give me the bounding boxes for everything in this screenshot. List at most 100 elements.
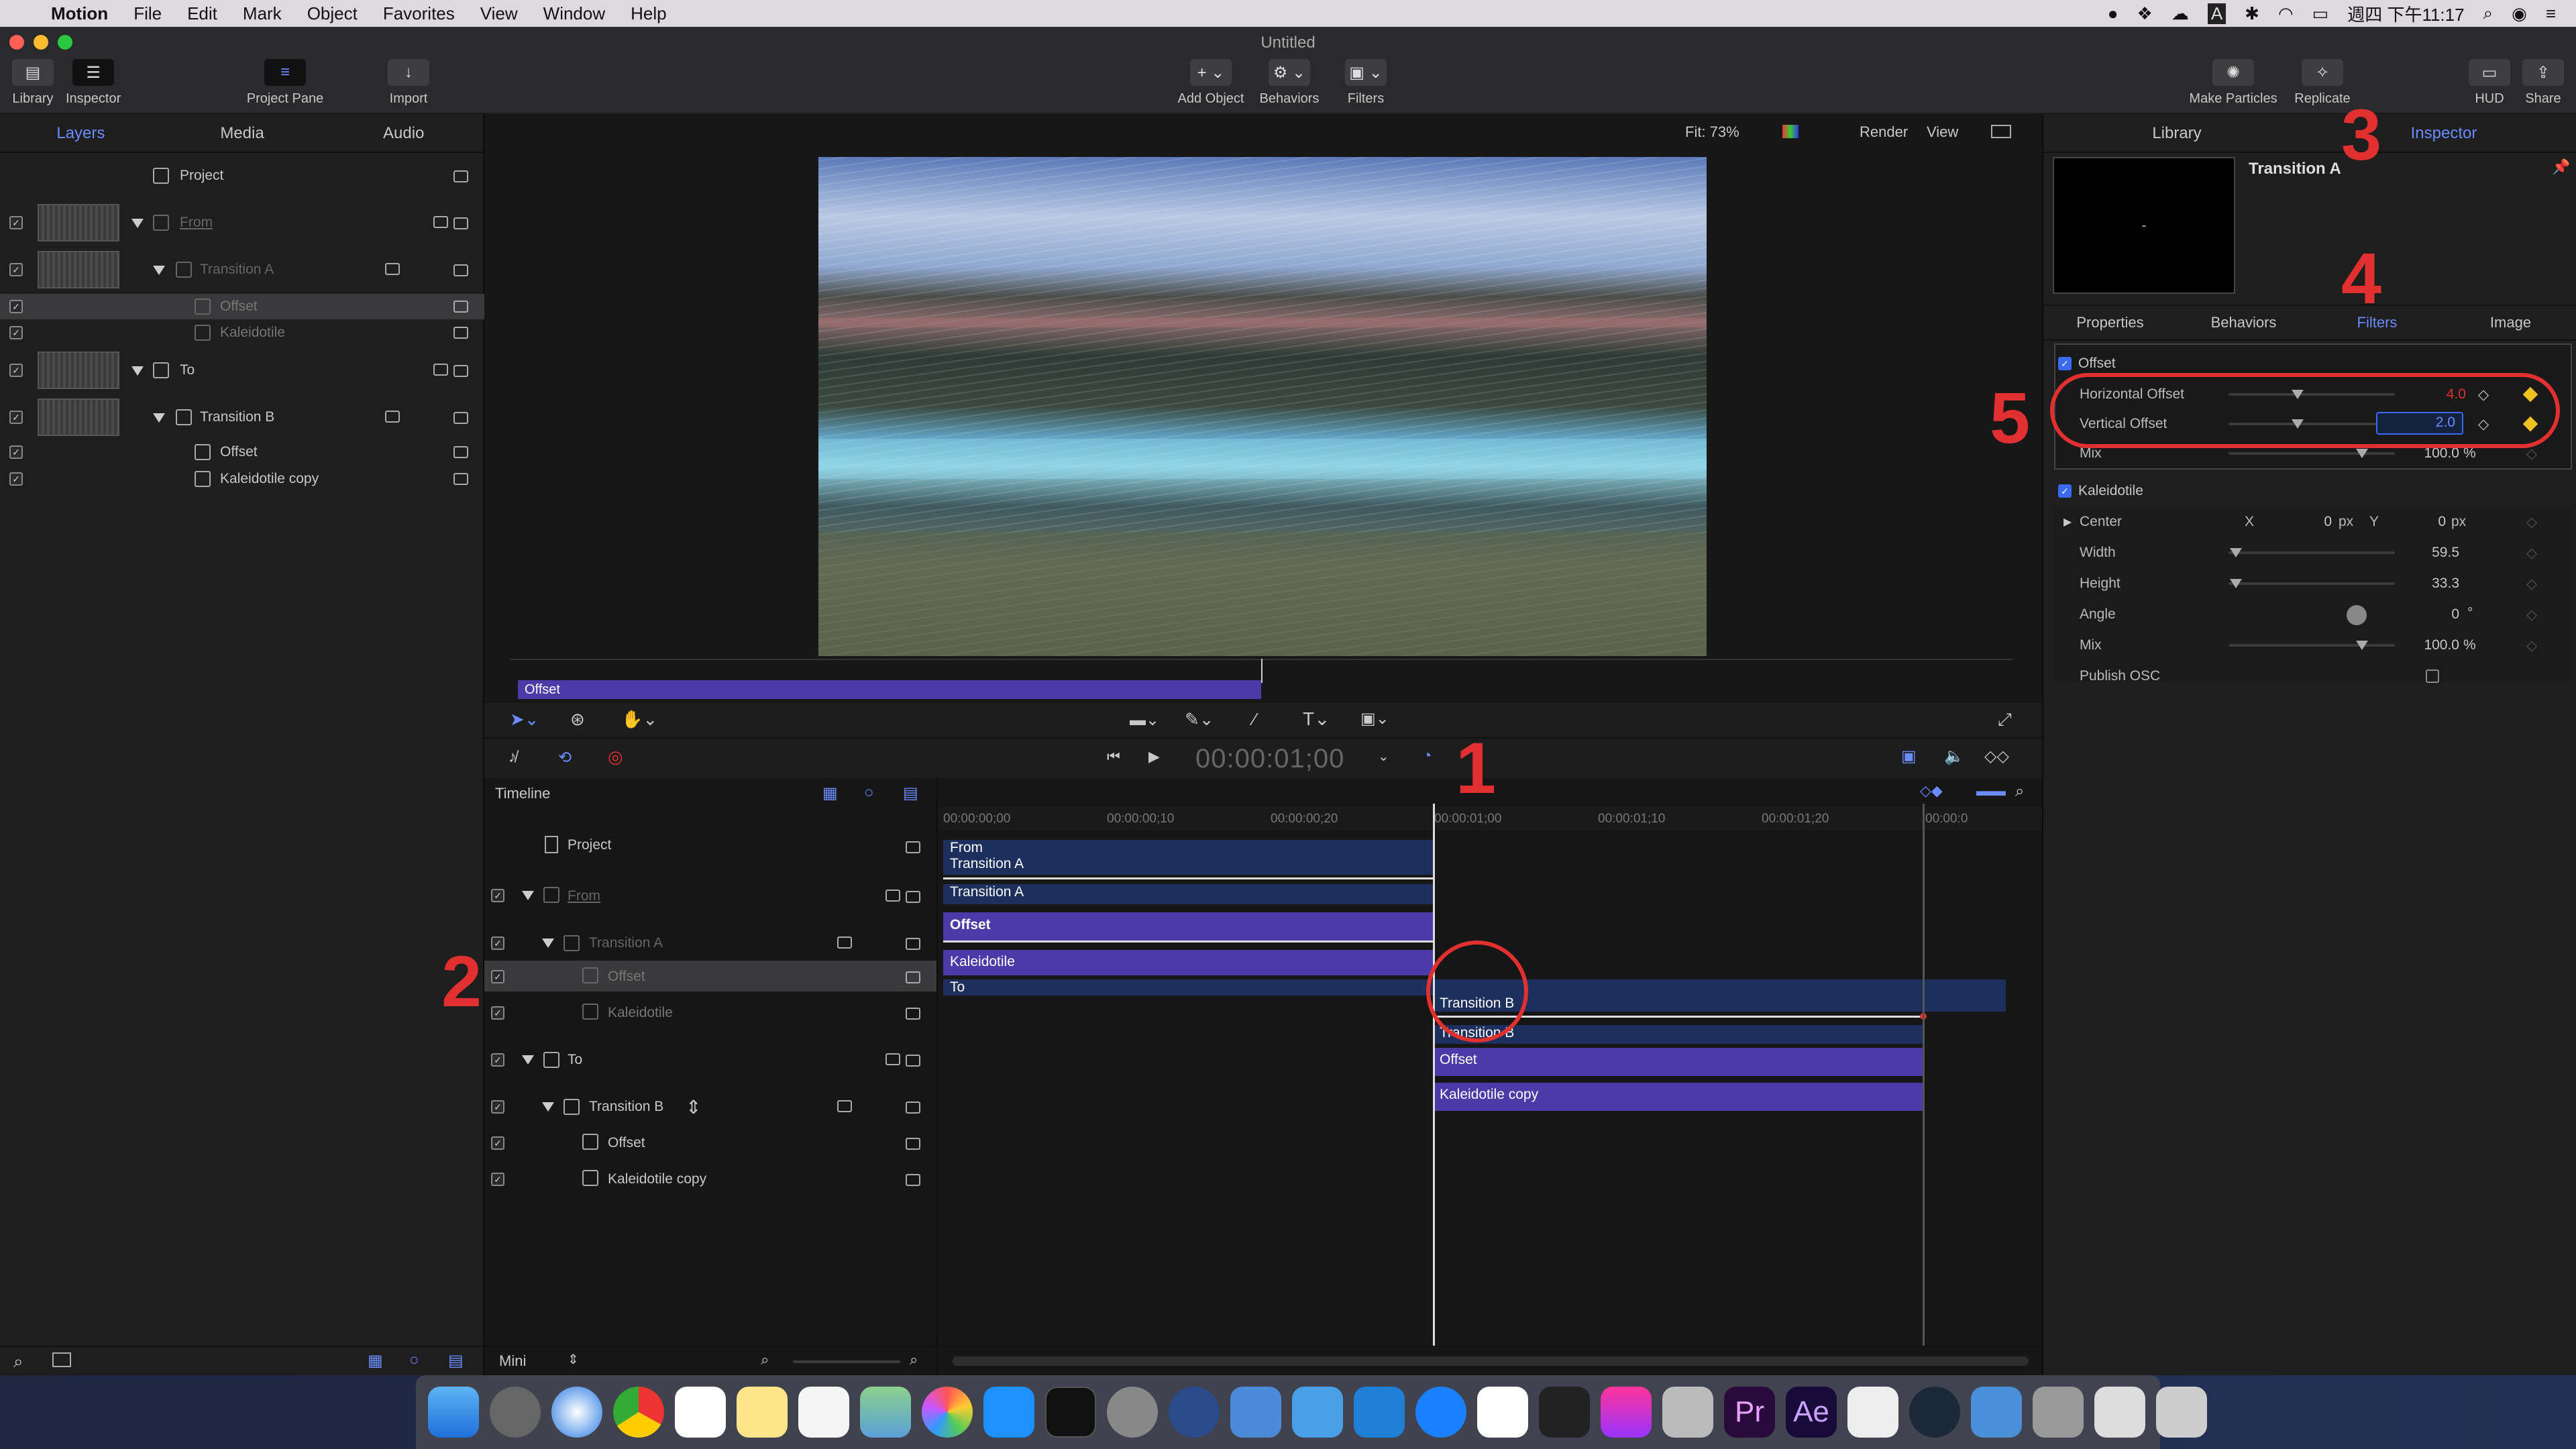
- menubar-clock[interactable]: 週四 下午11:17: [2347, 1, 2464, 26]
- motion-icon[interactable]: [1601, 1387, 1652, 1438]
- layer-row-kaleidotile[interactable]: ✓ Kaleidotile: [0, 319, 484, 346]
- loop-icon[interactable]: ⟲: [558, 748, 572, 767]
- cloud-icon[interactable]: ☁: [2171, 3, 2189, 24]
- timeline-grid-icon[interactable]: ▦: [822, 784, 838, 803]
- zoom-in-icon[interactable]: ⌕: [910, 1351, 918, 1368]
- textedit-icon[interactable]: [1847, 1387, 1898, 1438]
- timeline-circle-icon[interactable]: ○: [864, 784, 874, 802]
- layer-row-offset-b[interactable]: ✓ Offset: [0, 439, 484, 466]
- dropbox-icon[interactable]: ❖: [2137, 3, 2153, 24]
- app-store-icon[interactable]: [983, 1387, 1034, 1438]
- share-button[interactable]: ⇪ Share: [2522, 59, 2564, 107]
- layer-checkbox[interactable]: ✓: [491, 1136, 504, 1150]
- input-source-icon[interactable]: A: [2207, 3, 2226, 24]
- timeline-layers-icon[interactable]: ▤: [903, 784, 918, 803]
- canvas-preview[interactable]: [818, 157, 1707, 656]
- lock-icon[interactable]: [453, 301, 468, 313]
- automator-icon[interactable]: [1971, 1387, 2022, 1438]
- mini-timeline-bar[interactable]: Offset: [518, 680, 1261, 699]
- reminders-icon[interactable]: [798, 1387, 849, 1438]
- timing-icon[interactable]: ◔: [1422, 747, 1432, 765]
- keyframe-empty-icon[interactable]: ◇: [2526, 445, 2537, 462]
- mix-slider[interactable]: [2229, 644, 2395, 647]
- tl-bar-offset-b[interactable]: Offset: [1433, 1048, 1923, 1076]
- timeline-view-icon[interactable]: ▬▬: [1976, 782, 2006, 800]
- tl-layer-label[interactable]: Kaleidotile copy: [608, 1171, 706, 1187]
- calendar-icon[interactable]: [675, 1387, 726, 1438]
- lock-icon[interactable]: [906, 938, 920, 950]
- search-icon[interactable]: ⌕: [13, 1351, 23, 1373]
- publish-osc-checkbox[interactable]: [2426, 669, 2439, 683]
- angle-dial[interactable]: [2347, 605, 2367, 625]
- location-icon[interactable]: [1415, 1387, 1466, 1438]
- lock-icon[interactable]: [453, 264, 468, 276]
- lock-icon[interactable]: [906, 841, 920, 853]
- import-button[interactable]: ↓ Import: [388, 59, 429, 107]
- go-to-start-button[interactable]: ⏮: [1107, 748, 1120, 765]
- menu-help[interactable]: Help: [631, 3, 666, 24]
- tl-row-selected[interactable]: [484, 961, 936, 991]
- menu-edit[interactable]: Edit: [187, 3, 217, 24]
- tl-layer-label[interactable]: To: [568, 1052, 582, 1068]
- timeline-scrollbar[interactable]: [953, 1356, 2029, 1366]
- layers-icon[interactable]: ▤: [448, 1351, 464, 1371]
- mini-dropdown-icon[interactable]: ⇕: [568, 1351, 579, 1368]
- premiere-icon[interactable]: Pr: [1724, 1387, 1775, 1438]
- mix-slider[interactable]: [2229, 452, 2395, 455]
- menu-favorites[interactable]: Favorites: [383, 3, 455, 24]
- layer-checkbox[interactable]: ✓: [9, 472, 23, 486]
- keyframe-empty-icon[interactable]: ◇: [2526, 637, 2537, 654]
- lock-icon[interactable]: [906, 891, 920, 903]
- timeline-ruler[interactable]: 00:00:00;00 00:00:00;10 00:00:00;20 00:0…: [938, 806, 2042, 830]
- keyframe-empty-icon[interactable]: ◇: [2526, 514, 2537, 531]
- width-value[interactable]: 59.5: [2403, 545, 2459, 561]
- group-mask-icon[interactable]: [885, 890, 900, 902]
- mini-mode-select[interactable]: Mini: [499, 1352, 526, 1370]
- tab-image[interactable]: Image: [2444, 306, 2576, 339]
- layer-checkbox[interactable]: ✓: [9, 364, 23, 377]
- timeline-track-area[interactable]: From Transition A Transition A Offset Kal…: [938, 804, 2042, 1347]
- tl-bar-kaleidotile-copy[interactable]: Kaleidotile copy: [1433, 1083, 1923, 1111]
- group-mask-icon[interactable]: [385, 411, 400, 423]
- layer-row-transition-a[interactable]: ✓ Transition A: [0, 248, 484, 291]
- layer-row-to[interactable]: ✓ To: [0, 349, 484, 392]
- filters-button[interactable]: ▣ ⌄ Filters: [1339, 59, 1393, 107]
- mix-value[interactable]: 100.0: [2403, 637, 2459, 653]
- disclosure-triangle-icon[interactable]: [522, 891, 534, 900]
- menu-view[interactable]: View: [480, 3, 518, 24]
- group-mask-icon[interactable]: [885, 1053, 900, 1065]
- hud-button[interactable]: ▭ HUD: [2469, 59, 2510, 107]
- layer-checkbox[interactable]: ✓: [491, 1173, 504, 1186]
- inspector-button[interactable]: ☰ Inspector: [66, 59, 121, 107]
- compressor-icon[interactable]: [1662, 1387, 1713, 1438]
- pen-tool-icon[interactable]: ✎⌄: [1185, 709, 1214, 730]
- center-x-value[interactable]: 0: [2292, 514, 2332, 530]
- group-mask-icon[interactable]: [837, 1100, 852, 1112]
- disclosure-triangle-icon[interactable]: ▶: [2063, 515, 2072, 529]
- library-button[interactable]: ▤ Library: [12, 59, 54, 107]
- lock-icon[interactable]: [453, 327, 468, 339]
- circle-icon[interactable]: ○: [409, 1351, 419, 1370]
- keyframe-empty-icon[interactable]: ◇: [2526, 606, 2537, 623]
- slider-knob[interactable]: [2230, 579, 2242, 588]
- layer-checkbox[interactable]: ✓: [9, 445, 23, 459]
- layer-checkbox[interactable]: ✓: [9, 300, 23, 313]
- tl-bar-from[interactable]: From Transition A: [943, 840, 1433, 875]
- terminal-icon[interactable]: [1045, 1387, 1096, 1438]
- group-mask-icon[interactable]: [433, 364, 448, 376]
- select-tool-icon[interactable]: ➤⌄: [510, 709, 539, 730]
- maps-icon[interactable]: [860, 1387, 911, 1438]
- user-icon[interactable]: ◉: [2512, 3, 2527, 24]
- layer-row-offset[interactable]: ✓ Offset: [0, 294, 484, 319]
- launchpad-icon[interactable]: [490, 1387, 541, 1438]
- tab-library[interactable]: Library: [2043, 114, 2310, 152]
- lock-icon[interactable]: [906, 971, 920, 983]
- safari-icon[interactable]: [551, 1387, 602, 1438]
- archive-icon[interactable]: [2094, 1387, 2145, 1438]
- expand-icon[interactable]: ⤢: [1998, 709, 2012, 731]
- make-particles-button[interactable]: ✺ Make Particles: [2183, 59, 2284, 107]
- tl-bar-offset[interactable]: Offset: [943, 912, 1433, 941]
- offset-enable-checkbox[interactable]: ✓: [2058, 357, 2072, 370]
- system-preferences-icon[interactable]: [1107, 1387, 1158, 1438]
- layer-checkbox[interactable]: ✓: [491, 1006, 504, 1020]
